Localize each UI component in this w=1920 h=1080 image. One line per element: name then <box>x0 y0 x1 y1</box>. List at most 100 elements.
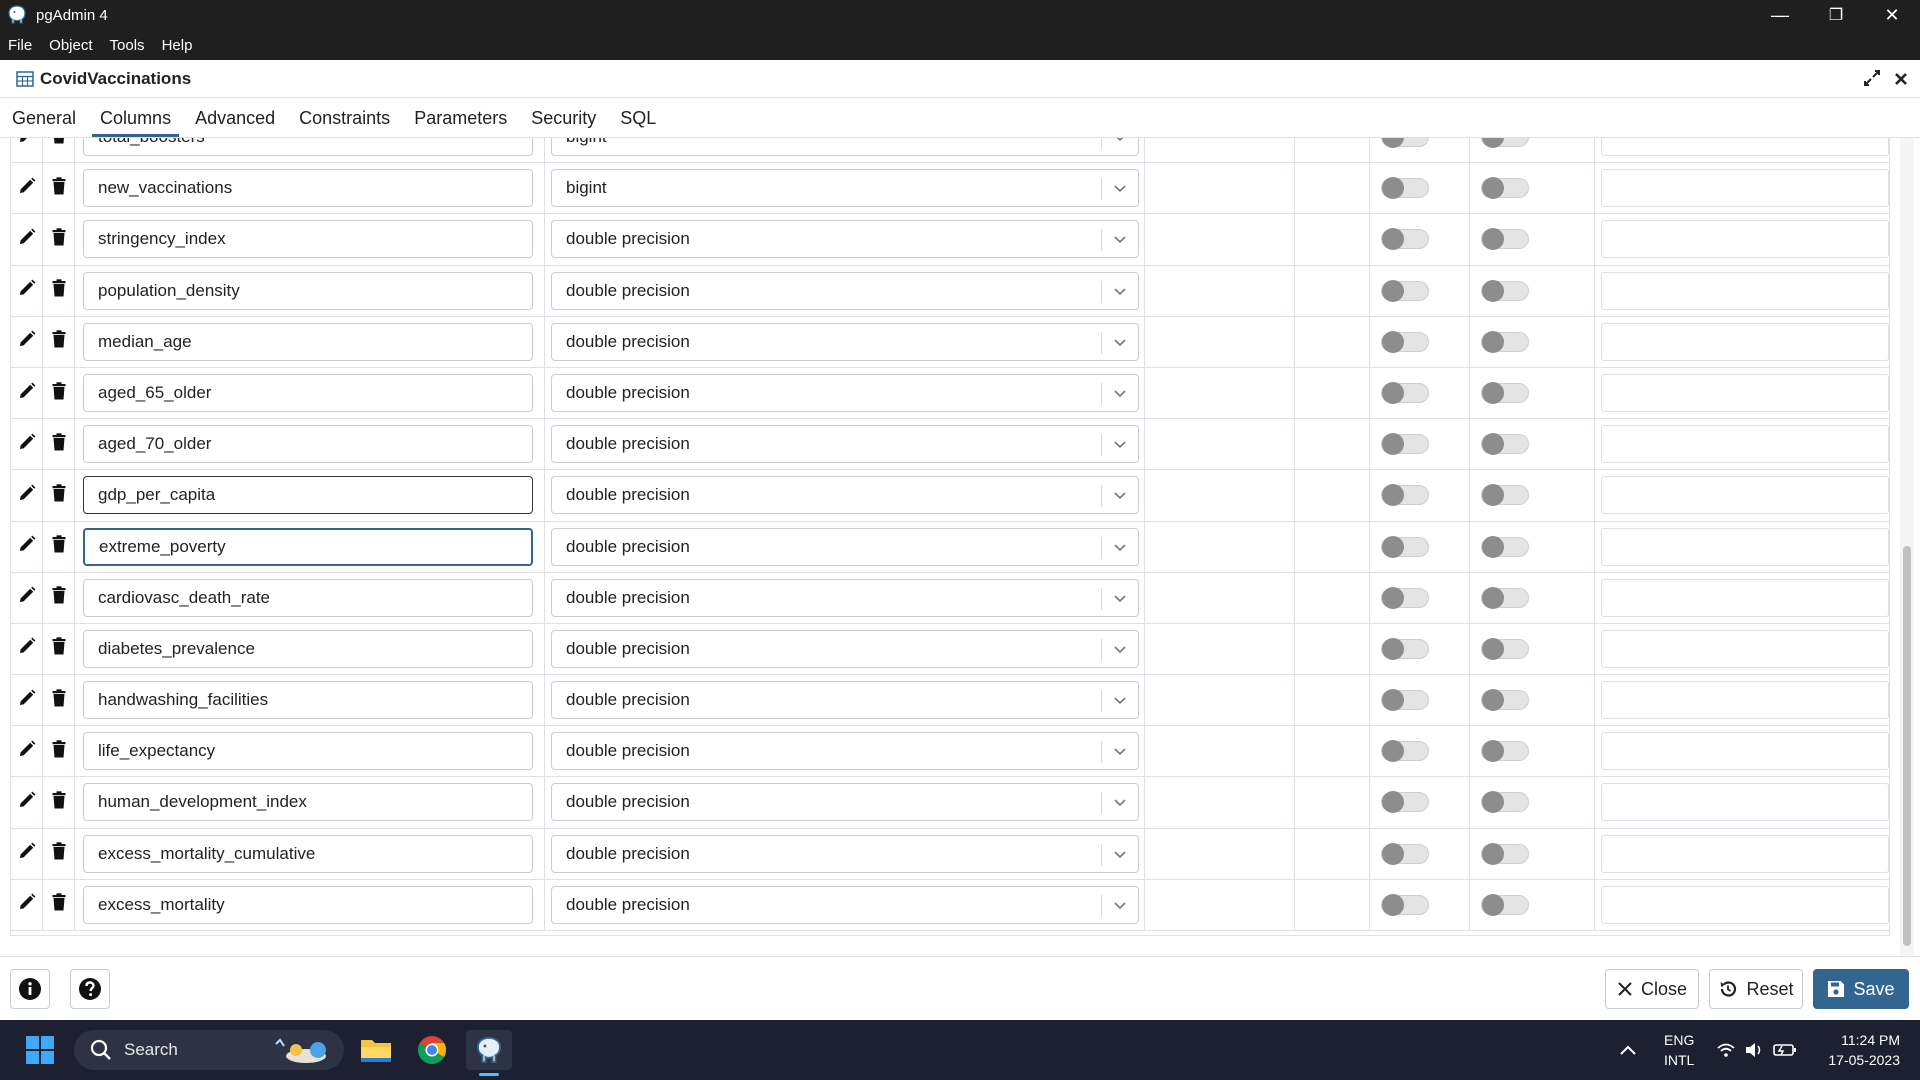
default-value-input[interactable] <box>1601 681 1889 720</box>
not-null-toggle[interactable] <box>1381 637 1429 660</box>
column-name-input[interactable]: aged_70_older <box>83 425 533 464</box>
default-value-input[interactable] <box>1601 783 1889 822</box>
column-name-input[interactable]: stringency_index <box>83 220 533 259</box>
column-name-input[interactable]: gdp_per_capita <box>83 476 533 515</box>
delete-row-button[interactable] <box>43 470 75 521</box>
edit-row-button[interactable] <box>11 214 43 265</box>
maximize-button[interactable]: ❐ <box>1808 0 1864 30</box>
delete-row-button[interactable] <box>43 521 75 572</box>
help-button[interactable] <box>70 969 110 1009</box>
delete-row-button[interactable] <box>43 572 75 623</box>
edit-row-button[interactable] <box>11 879 43 930</box>
delete-row-button[interactable] <box>43 138 75 163</box>
close-dialog-icon[interactable] <box>1894 66 1908 92</box>
length-cell[interactable] <box>1145 726 1295 777</box>
edit-row-button[interactable] <box>11 623 43 675</box>
data-type-select[interactable]: bigint <box>551 138 1139 156</box>
default-value-input[interactable] <box>1601 169 1889 208</box>
data-type-select[interactable]: double precision <box>551 476 1139 515</box>
scrollbar-thumb[interactable] <box>1903 546 1911 946</box>
column-name-input[interactable]: human_development_index <box>83 783 533 822</box>
data-type-select[interactable]: double precision <box>551 681 1139 720</box>
save-button[interactable]: Save <box>1813 969 1909 1009</box>
battery-icon[interactable] <box>1773 1020 1797 1080</box>
primary-key-toggle[interactable] <box>1481 279 1529 302</box>
menu-object[interactable]: Object <box>49 37 92 54</box>
close-button[interactable]: Close <box>1605 969 1699 1009</box>
not-null-toggle[interactable] <box>1381 279 1429 302</box>
primary-key-toggle[interactable] <box>1481 689 1529 712</box>
primary-key-toggle[interactable] <box>1481 381 1529 404</box>
default-value-input[interactable] <box>1601 138 1889 156</box>
length-cell[interactable] <box>1145 214 1295 265</box>
reset-button[interactable]: Reset <box>1709 969 1803 1009</box>
default-value-input[interactable] <box>1601 834 1889 873</box>
length-cell[interactable] <box>1145 521 1295 572</box>
edit-row-button[interactable] <box>11 163 43 214</box>
info-button[interactable] <box>10 969 50 1009</box>
default-value-input[interactable] <box>1601 578 1889 617</box>
primary-key-toggle[interactable] <box>1481 177 1529 200</box>
scale-cell[interactable] <box>1295 470 1370 521</box>
column-name-input[interactable]: diabetes_prevalence <box>83 629 533 668</box>
delete-row-button[interactable] <box>43 623 75 675</box>
column-name-input[interactable]: median_age <box>83 322 533 361</box>
scale-cell[interactable] <box>1295 163 1370 214</box>
data-type-select[interactable]: double precision <box>551 322 1139 361</box>
windows-start-icon[interactable] <box>20 1030 60 1070</box>
scale-cell[interactable] <box>1295 623 1370 675</box>
length-cell[interactable] <box>1145 367 1295 419</box>
column-name-input[interactable]: excess_mortality_cumulative <box>83 834 533 873</box>
delete-row-button[interactable] <box>43 316 75 367</box>
tab-general[interactable]: General <box>0 108 88 137</box>
data-type-select[interactable]: bigint <box>551 169 1139 208</box>
length-cell[interactable] <box>1145 163 1295 214</box>
delete-row-button[interactable] <box>43 367 75 419</box>
data-type-select[interactable]: double precision <box>551 425 1139 464</box>
column-name-input[interactable]: excess_mortality <box>83 885 533 924</box>
edit-row-button[interactable] <box>11 367 43 419</box>
delete-row-button[interactable] <box>43 726 75 777</box>
scale-cell[interactable] <box>1295 367 1370 419</box>
not-null-toggle[interactable] <box>1381 228 1429 251</box>
scale-cell[interactable] <box>1295 777 1370 828</box>
data-type-select[interactable]: double precision <box>551 527 1139 566</box>
not-null-toggle[interactable] <box>1381 842 1429 865</box>
edit-row-button[interactable] <box>11 828 43 879</box>
not-null-toggle[interactable] <box>1381 484 1429 507</box>
edit-row-button[interactable] <box>11 316 43 367</box>
not-null-toggle[interactable] <box>1381 586 1429 609</box>
delete-row-button[interactable] <box>43 419 75 470</box>
data-type-select[interactable]: double precision <box>551 834 1139 873</box>
default-value-input[interactable] <box>1601 527 1889 566</box>
menu-file[interactable]: File <box>8 37 32 54</box>
not-null-toggle[interactable] <box>1381 381 1429 404</box>
column-name-input[interactable]: population_density <box>83 271 533 310</box>
minimize-button[interactable]: — <box>1752 0 1808 30</box>
primary-key-toggle[interactable] <box>1481 740 1529 763</box>
column-name-input[interactable]: extreme_poverty <box>83 527 533 566</box>
scale-cell[interactable] <box>1295 879 1370 930</box>
primary-key-toggle[interactable] <box>1481 138 1529 148</box>
volume-icon[interactable] <box>1744 1020 1764 1080</box>
scale-cell[interactable] <box>1295 265 1370 316</box>
primary-key-toggle[interactable] <box>1481 330 1529 353</box>
default-value-input[interactable] <box>1601 322 1889 361</box>
edit-row-button[interactable] <box>11 572 43 623</box>
length-cell[interactable] <box>1145 470 1295 521</box>
column-name-input[interactable]: new_vaccinations <box>83 169 533 208</box>
not-null-toggle[interactable] <box>1381 535 1429 558</box>
length-cell[interactable] <box>1145 879 1295 930</box>
maximize-dialog-icon[interactable] <box>1864 70 1880 91</box>
menu-help[interactable]: Help <box>162 37 193 54</box>
delete-row-button[interactable] <box>43 163 75 214</box>
not-null-toggle[interactable] <box>1381 689 1429 712</box>
grid-scrollbar[interactable] <box>1900 138 1914 956</box>
scale-cell[interactable] <box>1295 572 1370 623</box>
not-null-toggle[interactable] <box>1381 138 1429 148</box>
default-value-input[interactable] <box>1601 885 1889 924</box>
length-cell[interactable] <box>1145 138 1295 163</box>
primary-key-toggle[interactable] <box>1481 433 1529 456</box>
tab-columns[interactable]: Columns <box>88 108 183 137</box>
chrome-icon[interactable] <box>412 1030 452 1070</box>
